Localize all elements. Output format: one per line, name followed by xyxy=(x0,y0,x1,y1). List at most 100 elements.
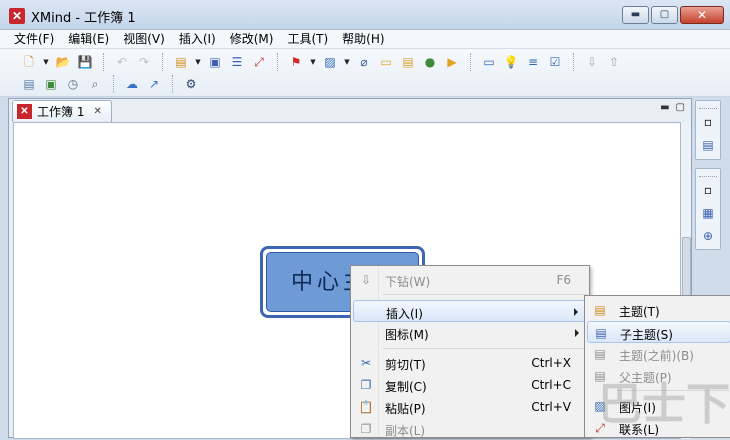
restore-icon[interactable]: ▫ xyxy=(698,112,718,132)
properties-icon[interactable]: ▦ xyxy=(698,203,718,223)
submenu-item-topic-before[interactable]: ▤ 主题(之前)(B) xyxy=(587,343,730,365)
notes-icon[interactable]: ▤ xyxy=(399,53,417,71)
settings-gear-icon[interactable]: ⚙ xyxy=(182,75,200,93)
drill-up-icon[interactable]: ⇧ xyxy=(605,53,623,71)
new-icon[interactable]: 🗋 xyxy=(20,53,38,71)
toolbar-separator xyxy=(277,53,278,71)
outline-view-icon[interactable]: ▤ xyxy=(698,135,718,155)
menu-item-icons[interactable]: 图标(M) xyxy=(353,322,589,344)
maximize-view-icon[interactable]: ▢ xyxy=(676,102,685,113)
image-icon: ▨ xyxy=(594,399,606,413)
menu-help[interactable]: 帮助(H) xyxy=(342,30,384,48)
topic-before-icon: ▤ xyxy=(594,347,606,361)
relationship-icon[interactable]: ⤢ xyxy=(250,53,268,71)
submenu-item-relationship[interactable]: ⤢ 联系(L) xyxy=(587,417,730,439)
boundary-icon[interactable]: ▣ xyxy=(206,53,224,71)
toolbar: 🗋 ▼ 📂 💾 ↶ ↷ ▤ ▼ ▣ ☰ ⤢ ⚑ ▼ ▨ ▼ ⌀ ▭ ▤ ● ▶ ▭ 💡 ≡ ☑ ⇩ ⇧ ▤ ▣ ◷ ⌕ ☁ ↗ ⚙ xyxy=(0,49,730,97)
menu-item-insert[interactable]: 插入(I) xyxy=(353,300,589,322)
menu-item-drill-down[interactable]: ⇩ 下钻(W) F6 xyxy=(353,269,589,291)
toolbar-row-1: 🗋 ▼ 📂 💾 ↶ ↷ ▤ ▼ ▣ ☰ ⤢ ⚑ ▼ ▨ ▼ ⌀ ▭ ▤ ● ▶ ▭ 💡 ≡ ☑ ⇩ ⇧ xyxy=(20,51,623,73)
cloud-upload-icon[interactable]: ☁ xyxy=(123,75,141,93)
submenu-item-topic[interactable]: ▤ 主题(T) xyxy=(587,299,730,321)
side-panel-bottom: ▫ ▦ ⊕ xyxy=(695,168,721,250)
toolbar-separator xyxy=(162,53,163,71)
search-doc-icon[interactable]: ⌕ xyxy=(86,75,104,93)
open-folder-icon[interactable]: 📂 xyxy=(54,53,72,71)
xmind-logo-icon: ✕ xyxy=(9,8,25,24)
menu-file[interactable]: 文件(F) xyxy=(14,30,54,48)
relationship-icon: ⤢ xyxy=(595,421,605,435)
hyperlink-globe-icon[interactable]: ● xyxy=(421,53,439,71)
xmind-file-icon: ✕ xyxy=(17,104,32,119)
minimize-button[interactable]: ▬ xyxy=(622,6,649,24)
redo-icon[interactable]: ↷ xyxy=(135,53,153,71)
subtopic-icon: ▤ xyxy=(595,326,607,340)
dropdown-arrow-icon[interactable]: ▼ xyxy=(343,53,351,71)
minimize-view-icon[interactable]: ▬ xyxy=(660,102,669,113)
menu-tools[interactable]: 工具(T) xyxy=(287,30,328,48)
label-icon[interactable]: ▭ xyxy=(377,53,395,71)
context-menu: ⇩ 下钻(W) F6 插入(I) 图标(M) ✂ 剪切(T) Ctrl+X ❐ … xyxy=(350,265,590,438)
maximize-icon: ▢ xyxy=(659,9,670,20)
menu-modify[interactable]: 修改(M) xyxy=(230,30,274,48)
submenu-item-image[interactable]: ▨ 图片(I) xyxy=(587,395,730,417)
insert-topic-icon[interactable]: ▤ xyxy=(172,53,190,71)
menu-item-paste[interactable]: 📋 粘贴(P) Ctrl+V xyxy=(353,396,589,418)
submenu-arrow-icon xyxy=(575,329,579,337)
drag-handle[interactable] xyxy=(699,103,717,109)
gantt-icon[interactable]: ≡ xyxy=(524,53,542,71)
image-icon[interactable]: ▨ xyxy=(321,53,339,71)
menu-separator xyxy=(383,348,587,349)
window-title: XMind - 工作簿 1 xyxy=(31,11,136,26)
task-info-icon[interactable]: ☑ xyxy=(546,53,564,71)
submenu-item-subtopic[interactable]: ▤ 子主题(S) xyxy=(587,321,730,343)
view-controls: ▬ ▢ xyxy=(660,102,685,113)
duplicate-icon: ❐ xyxy=(360,422,372,436)
attachment-icon[interactable]: ⌀ xyxy=(355,53,373,71)
menu-bar: 文件(F) 编辑(E) 视图(V) 插入(I) 修改(M) 工具(T) 帮助(H… xyxy=(0,30,730,49)
menu-insert[interactable]: 插入(I) xyxy=(179,30,216,48)
menu-item-cut[interactable]: ✂ 剪切(T) Ctrl+X xyxy=(353,352,589,374)
copy-icon: ❐ xyxy=(360,378,372,392)
parent-topic-icon: ▤ xyxy=(594,369,606,383)
undo-icon[interactable]: ↶ xyxy=(113,53,131,71)
audio-note-icon[interactable]: ▶ xyxy=(443,53,461,71)
insert-submenu: ▤ 主题(T) ▤ 子主题(S) ▤ 主题(之前)(B) ▤ 父主题(P) ▨ … xyxy=(584,295,730,438)
toolbar-separator xyxy=(470,53,471,71)
clock-icon[interactable]: ◷ xyxy=(64,75,82,93)
drag-handle[interactable] xyxy=(699,171,717,177)
tab-label: 工作簿 1 xyxy=(37,105,85,119)
drill-down-icon[interactable]: ⇩ xyxy=(583,53,601,71)
menu-view[interactable]: 视图(V) xyxy=(123,30,165,48)
dropdown-arrow-icon[interactable]: ▼ xyxy=(194,53,202,71)
menu-item-copy[interactable]: ❐ 复制(C) Ctrl+C xyxy=(353,374,589,396)
zoom-icon[interactable]: ⊕ xyxy=(698,226,718,246)
brainstorm-bulb-icon[interactable]: 💡 xyxy=(502,53,520,71)
presentation-icon[interactable]: ▭ xyxy=(480,53,498,71)
menu-separator xyxy=(383,294,587,295)
dropdown-arrow-icon[interactable]: ▼ xyxy=(42,53,50,71)
menu-separator xyxy=(617,390,729,391)
close-button[interactable]: ✕ xyxy=(680,6,724,24)
save-icon[interactable]: 💾 xyxy=(76,53,94,71)
close-icon: ✕ xyxy=(696,8,708,22)
menu-edit[interactable]: 编辑(E) xyxy=(68,30,109,48)
share-export-icon[interactable]: ↗ xyxy=(145,75,163,93)
tab-workbook[interactable]: ✕ 工作簿 1 ✕ xyxy=(12,100,112,122)
menu-item-duplicate[interactable]: ❐ 副本(L) xyxy=(353,418,589,440)
outline-icon[interactable]: ▤ xyxy=(20,75,38,93)
cut-scissors-icon: ✂ xyxy=(360,356,372,370)
submenu-item-parent-topic[interactable]: ▤ 父主题(P) xyxy=(587,365,730,387)
paste-icon: 📋 xyxy=(358,400,374,414)
summary-icon[interactable]: ☰ xyxy=(228,53,246,71)
toolbar-separator xyxy=(103,53,104,71)
marker-flag-icon[interactable]: ⚑ xyxy=(287,53,305,71)
toolbar-separator xyxy=(113,75,114,93)
dropdown-arrow-icon[interactable]: ▼ xyxy=(309,53,317,71)
restore-icon[interactable]: ▫ xyxy=(698,180,718,200)
title-bar[interactable]: ✕ XMind - 工作簿 1 ▬ ▢ ✕ xyxy=(0,0,730,30)
tab-close-icon[interactable]: ✕ xyxy=(93,106,101,117)
overview-icon[interactable]: ▣ xyxy=(42,75,60,93)
minimize-icon: ▬ xyxy=(630,9,641,20)
maximize-button[interactable]: ▢ xyxy=(651,6,678,24)
